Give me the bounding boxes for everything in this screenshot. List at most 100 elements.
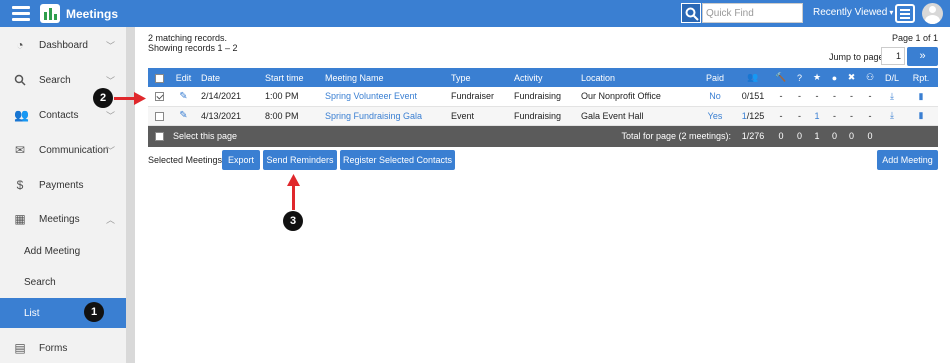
gavel-icon: 🔨 bbox=[771, 68, 791, 87]
user-plus-icon: ⚇ bbox=[860, 68, 880, 87]
column-header-meeting-name[interactable]: Meeting Name bbox=[321, 68, 447, 87]
sidebar-item-communication[interactable]: ✉ Communication ﹀ bbox=[0, 136, 126, 164]
paid-link[interactable]: Yes bbox=[695, 106, 735, 126]
jump-go-button[interactable]: » bbox=[907, 47, 938, 66]
row-checkbox[interactable] bbox=[148, 87, 170, 107]
sidebar-subitem-search[interactable]: Search bbox=[0, 267, 126, 297]
cell-stat: - bbox=[771, 106, 791, 126]
close-icon: ✖ bbox=[843, 68, 860, 87]
sidebar-item-label: Contacts bbox=[39, 110, 79, 121]
star-icon: ★ bbox=[808, 68, 826, 87]
user-icon: ● bbox=[826, 68, 843, 87]
meeting-name-link[interactable]: Spring Volunteer Event bbox=[321, 87, 447, 107]
report-icon[interactable]: ▮ bbox=[904, 87, 938, 107]
edit-icon[interactable]: ✎ bbox=[170, 87, 197, 107]
callout-arrow-3 bbox=[292, 184, 295, 210]
column-header-activity[interactable]: Activity bbox=[510, 68, 577, 87]
chevron-up-icon: ︿ bbox=[106, 215, 116, 225]
hamburger-menu-icon[interactable] bbox=[12, 6, 30, 21]
cell-type: Event bbox=[447, 106, 510, 126]
select-page-checkbox[interactable] bbox=[148, 125, 170, 147]
cell-type: Fundraiser bbox=[447, 87, 510, 107]
quick-find-input[interactable] bbox=[702, 3, 803, 23]
list-view-icon[interactable] bbox=[895, 4, 915, 23]
cell-activity: Fundraising bbox=[510, 106, 577, 126]
chevron-down-icon: ﹀ bbox=[106, 76, 116, 86]
sidebar-subitem-list[interactable]: List bbox=[0, 298, 126, 328]
sidebar: ◔ Dashboard ﹀ Search ﹀ 👥 Contacts ﹀ ✉ Co… bbox=[0, 27, 126, 363]
callout-marker-1: 1 bbox=[84, 302, 104, 322]
selected-meetings-label: Selected Meetings: bbox=[148, 155, 225, 165]
send-reminders-button[interactable]: Send Reminders bbox=[263, 150, 337, 170]
arrow-head-right-icon bbox=[134, 92, 146, 105]
cell-date: 2/14/2021 bbox=[197, 87, 261, 107]
column-header-edit: Edit bbox=[170, 68, 197, 87]
column-header-start-time[interactable]: Start time bbox=[261, 68, 321, 87]
dashboard-icon: ◔ bbox=[16, 38, 24, 52]
sidebar-item-label: Forms bbox=[39, 343, 68, 354]
sidebar-item-dashboard[interactable]: ◔ Dashboard ﹀ bbox=[0, 31, 126, 59]
attendees-icon: 👥 bbox=[735, 68, 771, 87]
sidebar-item-payments[interactable]: $ Payments bbox=[0, 171, 126, 199]
cell-stat: - bbox=[843, 106, 860, 126]
sidebar-subitem-label: Add Meeting bbox=[24, 246, 81, 257]
cell-stat: - bbox=[808, 87, 826, 107]
sidebar-item-forms[interactable]: ▤ Forms bbox=[0, 334, 126, 362]
chevron-down-icon: ﹀ bbox=[106, 41, 116, 51]
add-meeting-button[interactable]: Add Meeting bbox=[877, 150, 938, 170]
register-selected-contacts-button[interactable]: Register Selected Contacts bbox=[340, 150, 455, 170]
select-page-label: Select this page bbox=[170, 125, 577, 147]
sidebar-subitem-add-meeting[interactable]: Add Meeting bbox=[0, 236, 126, 266]
cell-stat: - bbox=[771, 87, 791, 107]
row-checkbox[interactable] bbox=[148, 106, 170, 126]
attendance-total: /151 bbox=[746, 91, 765, 102]
edit-icon[interactable]: ✎ bbox=[170, 106, 197, 126]
recently-viewed-label: Recently Viewed bbox=[813, 7, 888, 18]
report-icon[interactable]: ▮ bbox=[904, 106, 938, 126]
download-icon[interactable]: ⤓ bbox=[880, 106, 904, 126]
cell-start-time: 8:00 PM bbox=[261, 106, 321, 126]
cell-stat-link[interactable]: 1 bbox=[808, 106, 826, 126]
cell-stat: - bbox=[860, 87, 880, 107]
search-icon bbox=[14, 74, 26, 86]
sidebar-scrollbar[interactable] bbox=[126, 27, 135, 363]
chevron-down-icon: ﹀ bbox=[106, 111, 116, 121]
search-button[interactable] bbox=[681, 3, 701, 23]
meeting-name-link[interactable]: Spring Fundraising Gala bbox=[321, 106, 447, 126]
search-icon bbox=[685, 7, 699, 21]
select-all-checkbox[interactable] bbox=[148, 68, 170, 87]
cell-stat: - bbox=[843, 87, 860, 107]
paid-link[interactable]: No bbox=[695, 87, 735, 107]
total-label: Total for page (2 meetings): bbox=[577, 125, 735, 147]
matching-records-text: 2 matching records. bbox=[148, 33, 228, 43]
envelope-icon: ✉ bbox=[14, 143, 26, 157]
attendance-total: /125 bbox=[746, 110, 765, 121]
calendar-icon: ▦ bbox=[14, 212, 26, 226]
column-header-location[interactable]: Location bbox=[577, 68, 695, 87]
total-stat: 0 bbox=[826, 125, 843, 147]
recently-viewed-dropdown[interactable]: Recently Viewed ▾ bbox=[813, 7, 893, 18]
column-header-type[interactable]: Type bbox=[447, 68, 510, 87]
cell-stat: - bbox=[791, 87, 808, 107]
export-button[interactable]: Export bbox=[222, 150, 260, 170]
jump-to-page-input[interactable]: 1 bbox=[881, 47, 905, 65]
column-header-paid[interactable]: Paid bbox=[695, 68, 735, 87]
cell-start-time: 1:00 PM bbox=[261, 87, 321, 107]
app-logo-icon bbox=[40, 4, 60, 23]
cell-attendance: 1/125 bbox=[735, 106, 771, 126]
cell-stat: - bbox=[791, 106, 808, 126]
user-avatar[interactable] bbox=[922, 3, 943, 24]
caret-down-icon: ▾ bbox=[889, 8, 894, 17]
total-stat: 0 bbox=[860, 125, 880, 147]
column-header-report: Rpt. bbox=[904, 68, 938, 87]
sidebar-item-meetings[interactable]: ▦ Meetings ︿ bbox=[0, 205, 126, 233]
download-icon[interactable]: ⤓ bbox=[880, 87, 904, 107]
table-row: ✎ 2/14/2021 1:00 PM Spring Volunteer Eve… bbox=[148, 87, 938, 107]
sidebar-item-label: Search bbox=[39, 75, 71, 86]
table-header-row: Edit Date Start time Meeting Name Type A… bbox=[148, 68, 938, 87]
document-icon: ▤ bbox=[14, 341, 26, 355]
total-stat: 0 bbox=[771, 125, 791, 147]
users-icon: 👥 bbox=[14, 108, 29, 122]
column-header-date[interactable]: Date bbox=[197, 68, 261, 87]
cell-attendance: 0/151 bbox=[735, 87, 771, 107]
